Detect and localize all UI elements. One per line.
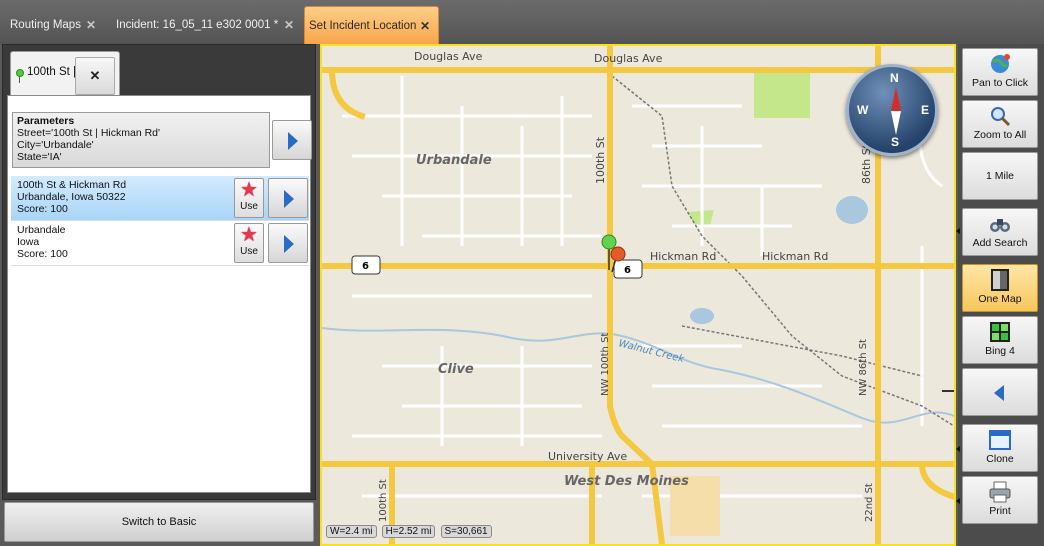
single-pane-icon xyxy=(991,269,1009,291)
road-label: 100th St xyxy=(378,479,389,522)
parameter-street: Street='100th St | Hickman Rd' xyxy=(17,127,161,139)
tab-label: Set Incident Location xyxy=(309,20,417,32)
road-label: Hickman Rd xyxy=(762,250,828,263)
clone-label: Clone xyxy=(986,453,1014,465)
scale-button[interactable]: 1 Mile xyxy=(962,152,1038,200)
tab-label: Incident: 16_05_11 e302 0001 * xyxy=(116,19,279,31)
compass-east: E xyxy=(921,103,930,117)
road-label: 100th St xyxy=(594,136,607,184)
use-button[interactable]: ★ Use xyxy=(234,178,264,218)
map-pin-icon xyxy=(16,69,24,83)
search-panel: 100th St | ✕ Parameters Street='100th St… xyxy=(2,44,316,500)
creek-label: Walnut Creek xyxy=(617,338,686,365)
list-item[interactable]: 100th St & Hickman Rd Urbandale, Iowa 50… xyxy=(11,176,309,221)
road-label: University Ave xyxy=(548,450,627,463)
list-item[interactable]: Urbandale Iowa Score: 100 ★ Use xyxy=(11,221,309,266)
go-to-result-button[interactable] xyxy=(268,223,308,263)
chevron-left-icon xyxy=(994,385,1004,401)
search-tab[interactable]: 100th St | ✕ xyxy=(10,51,120,97)
close-icon[interactable]: ✕ xyxy=(86,6,96,44)
compass-north: N xyxy=(890,71,899,85)
use-label: Use xyxy=(240,246,258,257)
parameter-state: State='IA' xyxy=(17,151,62,163)
map-status-bar: W=2.4 mi H=2.52 mi S=30,661 xyxy=(326,525,494,538)
switch-to-basic-button[interactable]: Switch to Basic xyxy=(4,502,314,542)
tab-incident[interactable]: Incident: 16_05_11 e302 0001 * ✕ xyxy=(106,6,302,44)
search-tab-label: 100th St | xyxy=(27,66,77,78)
compass-icon[interactable]: N S E W xyxy=(846,64,938,156)
map-toolbar: Pan to Click Zoom to All 1 Mile Add Sear… xyxy=(956,44,1044,546)
pond xyxy=(690,308,714,324)
tab-routing-maps[interactable]: Routing Maps ✕ xyxy=(0,6,104,44)
binoculars-icon xyxy=(990,219,1010,232)
lake xyxy=(836,196,868,224)
bing4-button[interactable]: Bing 4 xyxy=(962,316,1038,364)
print-button[interactable]: Print xyxy=(962,476,1038,524)
one-map-label: One Map xyxy=(978,293,1022,305)
close-search-tab-button[interactable]: ✕ xyxy=(75,57,115,95)
close-icon[interactable]: ✕ xyxy=(420,7,430,45)
tab-set-incident-location[interactable]: Set Incident Location ✕ xyxy=(304,6,439,44)
road-label: Douglas Ave xyxy=(414,50,483,63)
map-view[interactable]: Douglas Ave Douglas Ave 100th St 86th St… xyxy=(320,44,956,546)
compass-west: W xyxy=(857,103,869,117)
star-icon: ★ xyxy=(240,224,258,246)
tab-label: Routing Maps xyxy=(10,19,81,31)
map-scale-readout: S=30,661 xyxy=(440,525,492,538)
clone-button[interactable]: Clone xyxy=(962,424,1038,472)
city-label: Clive xyxy=(438,362,474,377)
use-label: Use xyxy=(240,201,258,212)
expand-arrow-icon[interactable] xyxy=(956,498,960,504)
parameters-header: Parameters xyxy=(17,115,75,127)
road-label: NW 86th St xyxy=(858,339,869,396)
document-tab-strip: Routing Maps ✕ Incident: 16_05_11 e302 0… xyxy=(0,0,1044,44)
minor-roads xyxy=(342,76,943,498)
zoom-to-all-label: Zoom to All xyxy=(973,129,1027,141)
pan-to-click-button[interactable]: Pan to Click xyxy=(962,48,1038,96)
magnifier-icon xyxy=(991,107,1011,127)
road-label: 22nd St xyxy=(864,483,875,522)
star-icon: ★ xyxy=(240,179,258,201)
highway-shield: 6 xyxy=(613,259,643,279)
compass-south: S xyxy=(891,135,900,149)
print-label: Print xyxy=(989,505,1011,517)
road-label: Hickman Rd xyxy=(650,250,716,263)
add-search-label: Add Search xyxy=(972,237,1028,249)
expand-arrow-icon[interactable] xyxy=(956,446,960,452)
window-icon xyxy=(989,430,1011,450)
pan-to-click-label: Pan to Click xyxy=(971,77,1029,89)
search-results-body: Parameters Street='100th St | Hickman Rd… xyxy=(7,95,312,493)
compass-needle-north xyxy=(891,87,901,111)
park-area xyxy=(754,72,810,118)
expand-arrow-icon[interactable] xyxy=(956,228,960,234)
map-width-readout: W=2.4 mi xyxy=(326,525,377,538)
run-search-button[interactable] xyxy=(272,120,312,160)
globe-icon xyxy=(991,54,1010,73)
results-list: 100th St & Hickman Rd Urbandale, Iowa 50… xyxy=(11,176,309,266)
go-to-result-button[interactable] xyxy=(268,178,308,218)
shield-label: 6 xyxy=(362,261,369,272)
four-pane-icon xyxy=(990,322,1010,342)
add-search-button[interactable]: Add Search xyxy=(962,208,1038,256)
zoom-to-all-button[interactable]: Zoom to All xyxy=(962,100,1038,148)
shield-label: 6 xyxy=(624,265,631,276)
road-label: Douglas Ave xyxy=(594,52,663,65)
use-button[interactable]: ★ Use xyxy=(234,223,264,263)
compass-needle-south xyxy=(891,111,901,135)
scale-label: 1 Mile xyxy=(985,170,1014,182)
city-label: West Des Moines xyxy=(564,474,689,489)
map-height-readout: H=2.52 mi xyxy=(381,525,436,538)
parameters-box: Parameters Street='100th St | Hickman Rd… xyxy=(12,112,270,168)
collapse-panel-button[interactable] xyxy=(962,368,1038,416)
parameter-city: City='Urbandale' xyxy=(17,139,94,151)
one-map-button[interactable]: One Map xyxy=(962,264,1038,312)
road-label: NW 100th St xyxy=(600,333,611,396)
city-label: Urbandale xyxy=(416,153,492,168)
close-icon[interactable]: ✕ xyxy=(284,6,294,44)
printer-icon xyxy=(989,481,1011,503)
bing4-label: Bing 4 xyxy=(985,345,1015,357)
highway-shield: 6 xyxy=(351,255,381,275)
